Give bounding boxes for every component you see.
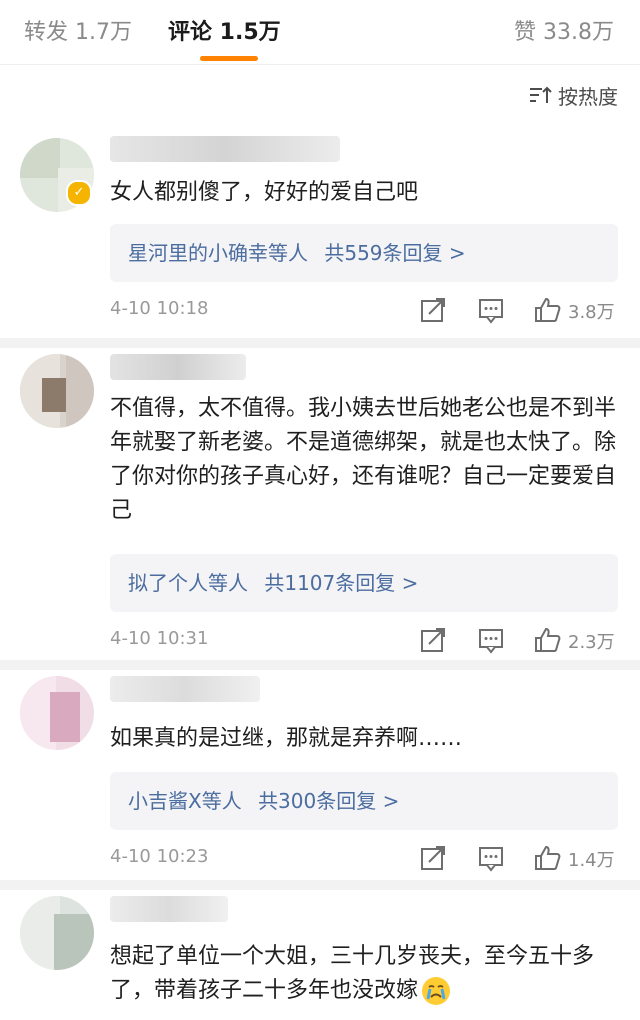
active-tab-indicator	[200, 56, 258, 61]
comment-text: 不值得，太不值得。我小姨去世后她老公也是不到半年就娶了新老婆。不是道德绑架，就是…	[110, 396, 617, 523]
username-blurred[interactable]	[110, 354, 246, 380]
verified-badge-icon: ✓	[66, 180, 92, 206]
divider	[0, 880, 640, 890]
comment-icon[interactable]	[478, 844, 504, 872]
comment-text: 如果真的是过继，那就是弃养啊……	[110, 726, 463, 751]
like-count: 1.4万	[568, 850, 615, 871]
username-blurred[interactable]	[110, 676, 260, 702]
replies-link[interactable]: 小吉酱X等人 共300条回复 >	[110, 772, 618, 830]
comment-icon[interactable]	[478, 296, 504, 324]
like-button[interactable]: 1.4万	[534, 844, 624, 872]
sort-label: 按热度	[558, 84, 618, 109]
thumbs-up-icon	[535, 845, 561, 870]
like-count: 2.3万	[568, 632, 615, 653]
avatar[interactable]	[20, 896, 94, 970]
comment-meta: 4-10 10:31 2.3万	[110, 626, 620, 656]
tab-bar: 转发 1.7万 评论 1.5万 赞 33.8万	[0, 0, 640, 65]
comment-meta: 4-10 10:23 1.4万	[110, 844, 620, 874]
comment-meta: 4-10 10:18 3.8万	[110, 296, 620, 326]
username-blurred[interactable]	[110, 136, 340, 162]
thumbs-up-icon	[535, 627, 561, 652]
reply-count: 共559条回复 >	[324, 241, 466, 265]
share-icon[interactable]	[420, 844, 446, 872]
share-icon[interactable]	[420, 626, 446, 654]
comment-text: 女人都别傻了，好好的爱自己吧	[110, 180, 419, 205]
share-icon[interactable]	[420, 296, 446, 324]
thumbs-up-icon	[535, 297, 561, 322]
comment-time: 4-10 10:18	[110, 298, 209, 319]
reply-count: 共300条回复 >	[258, 789, 400, 813]
replies-link[interactable]: 拟了个人等人 共1107条回复 >	[110, 554, 618, 612]
avatar[interactable]	[20, 676, 94, 750]
comment-text: 想起了单位一个大姐，三十几岁丧夫，至今五十多了，带着孩子二十多年也没改嫁	[110, 940, 620, 1008]
reply-users: 拟了个人等人	[128, 571, 248, 595]
reply-count: 共1107条回复 >	[264, 571, 419, 595]
username-blurred[interactable]	[110, 896, 228, 922]
avatar[interactable]	[20, 354, 94, 428]
tab-comments[interactable]: 评论 1.5万	[168, 14, 281, 46]
tab-likes[interactable]: 赞 33.8万	[514, 14, 614, 46]
reply-users: 小吉酱X等人	[128, 789, 242, 813]
comment-icon[interactable]	[478, 626, 504, 654]
sort-button[interactable]: 按热度	[528, 80, 618, 110]
comment-text-content: 想起了单位一个大姐，三十几岁丧夫，至今五十多了，带着孩子二十多年也没改嫁	[110, 944, 595, 1003]
comment-time: 4-10 10:31	[110, 628, 209, 649]
tab-repost[interactable]: 转发 1.7万	[24, 14, 132, 46]
crying-face-icon	[422, 977, 451, 1005]
divider	[0, 660, 640, 670]
like-button[interactable]: 2.3万	[534, 626, 624, 654]
like-count: 3.8万	[568, 302, 615, 323]
comment-time: 4-10 10:23	[110, 846, 209, 867]
like-button[interactable]: 3.8万	[534, 296, 624, 324]
reply-users: 星河里的小确幸等人	[128, 241, 308, 265]
sort-lines-icon	[530, 86, 552, 103]
divider	[0, 338, 640, 348]
replies-link[interactable]: 星河里的小确幸等人 共559条回复 >	[110, 224, 618, 282]
